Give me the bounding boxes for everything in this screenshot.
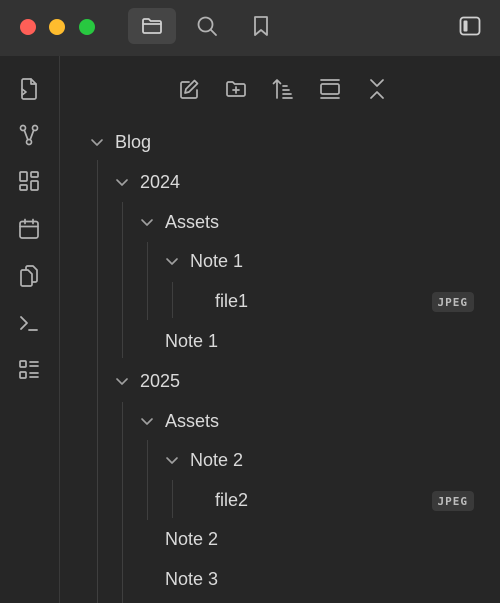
tree-item-label: Assets: [165, 211, 220, 232]
chevron-down-icon: [114, 174, 130, 190]
tree-folder-blog[interactable]: Blog: [89, 126, 151, 158]
tree-folder-2024[interactable]: 2024: [114, 166, 180, 198]
tree-item-label: 2025: [140, 370, 181, 391]
change-view-button[interactable]: [315, 74, 345, 104]
sidebar-toggle-icon: [459, 16, 481, 36]
minimize-window-button[interactable]: [49, 19, 65, 35]
tree-item-label: Assets: [165, 410, 220, 431]
tree-file-note1[interactable]: Note 1: [165, 325, 218, 357]
title-bar: [0, 0, 500, 56]
tree-item-label: Note 3: [165, 568, 219, 589]
calendar-icon: [19, 218, 39, 239]
new-folder-icon: [226, 81, 246, 97]
ribbon-templates[interactable]: [16, 263, 42, 289]
ribbon-canvas[interactable]: [16, 168, 42, 194]
file-extension-badge: JPEG: [431, 491, 474, 511]
ribbon-daily-note[interactable]: [16, 216, 42, 242]
indent-guide: [147, 242, 148, 320]
indent-guide: [122, 402, 123, 603]
file-explorer: Blog 2024 Assets Note 1 file1 JPEG Note …: [61, 56, 500, 603]
chevron-down-icon: [139, 214, 155, 230]
tab-files[interactable]: [128, 8, 176, 44]
new-note-button[interactable]: [174, 74, 204, 104]
sort-button[interactable]: [268, 74, 298, 104]
terminal-icon: [20, 316, 38, 331]
ribbon-command-palette[interactable]: [16, 310, 42, 336]
folder-icon: [142, 18, 162, 34]
new-note-icon: [21, 78, 37, 100]
copy-files-icon: [20, 265, 38, 287]
tab-bookmarks[interactable]: [237, 8, 285, 44]
left-ribbon: [0, 56, 60, 603]
tab-search[interactable]: [183, 8, 231, 44]
view-icon: [320, 79, 340, 99]
chevron-down-icon: [114, 373, 130, 389]
zoom-window-button[interactable]: [79, 19, 95, 35]
new-note-icon: [180, 79, 199, 99]
close-window-button[interactable]: [20, 19, 36, 35]
bookmark-icon: [254, 16, 268, 36]
chevron-down-icon: [89, 134, 105, 150]
app-window: Blog 2024 Assets Note 1 file1 JPEG Note …: [0, 0, 500, 603]
tree-folder-2025[interactable]: 2025: [114, 365, 180, 397]
tree-file-note2[interactable]: Note 2: [165, 523, 218, 555]
tree-item-label: Note 1: [165, 330, 219, 351]
ribbon-outline[interactable]: [16, 357, 42, 383]
indent-guide: [172, 480, 173, 518]
chevron-down-icon: [139, 413, 155, 429]
tree-item-label: 2024: [140, 171, 181, 192]
indent-guide: [147, 440, 148, 520]
tree-file-file1[interactable]: file1: [215, 285, 248, 317]
list-icon: [19, 360, 39, 379]
collapse-all-button[interactable]: [362, 74, 392, 104]
indent-guide: [97, 160, 98, 603]
tree-folder-note2[interactable]: Note 2: [164, 444, 243, 476]
sort-icon: [272, 79, 293, 99]
new-folder-button[interactable]: [221, 74, 251, 104]
toggle-sidebar-button[interactable]: [446, 8, 494, 44]
tree-item-label: Blog: [115, 131, 152, 152]
ribbon-open-note[interactable]: [16, 76, 42, 102]
tree-folder-note1[interactable]: Note 1: [164, 245, 243, 277]
file-extension-badge: JPEG: [431, 292, 474, 312]
tree-folder-assets-2024[interactable]: Assets: [139, 206, 219, 238]
chevron-down-icon: [164, 452, 180, 468]
chevron-down-icon: [164, 253, 180, 269]
tree-folder-assets-2025[interactable]: Assets: [139, 405, 219, 437]
canvas-icon: [19, 171, 39, 191]
graph-icon: [19, 124, 39, 146]
search-icon: [197, 16, 217, 36]
tree-file-note3[interactable]: Note 3: [165, 563, 218, 595]
indent-guide: [122, 202, 123, 358]
tree-item-label: file1: [215, 290, 249, 311]
tree-item-label: file2: [215, 489, 249, 510]
tree-item-label: Note 1: [190, 250, 244, 271]
tree-file-file2[interactable]: file2: [215, 484, 248, 516]
ribbon-graph-view[interactable]: [16, 122, 42, 148]
indent-guide: [172, 282, 173, 318]
tree-item-label: Note 2: [165, 528, 219, 549]
tree-item-label: Note 2: [190, 449, 244, 470]
collapse-all-icon: [370, 79, 384, 99]
